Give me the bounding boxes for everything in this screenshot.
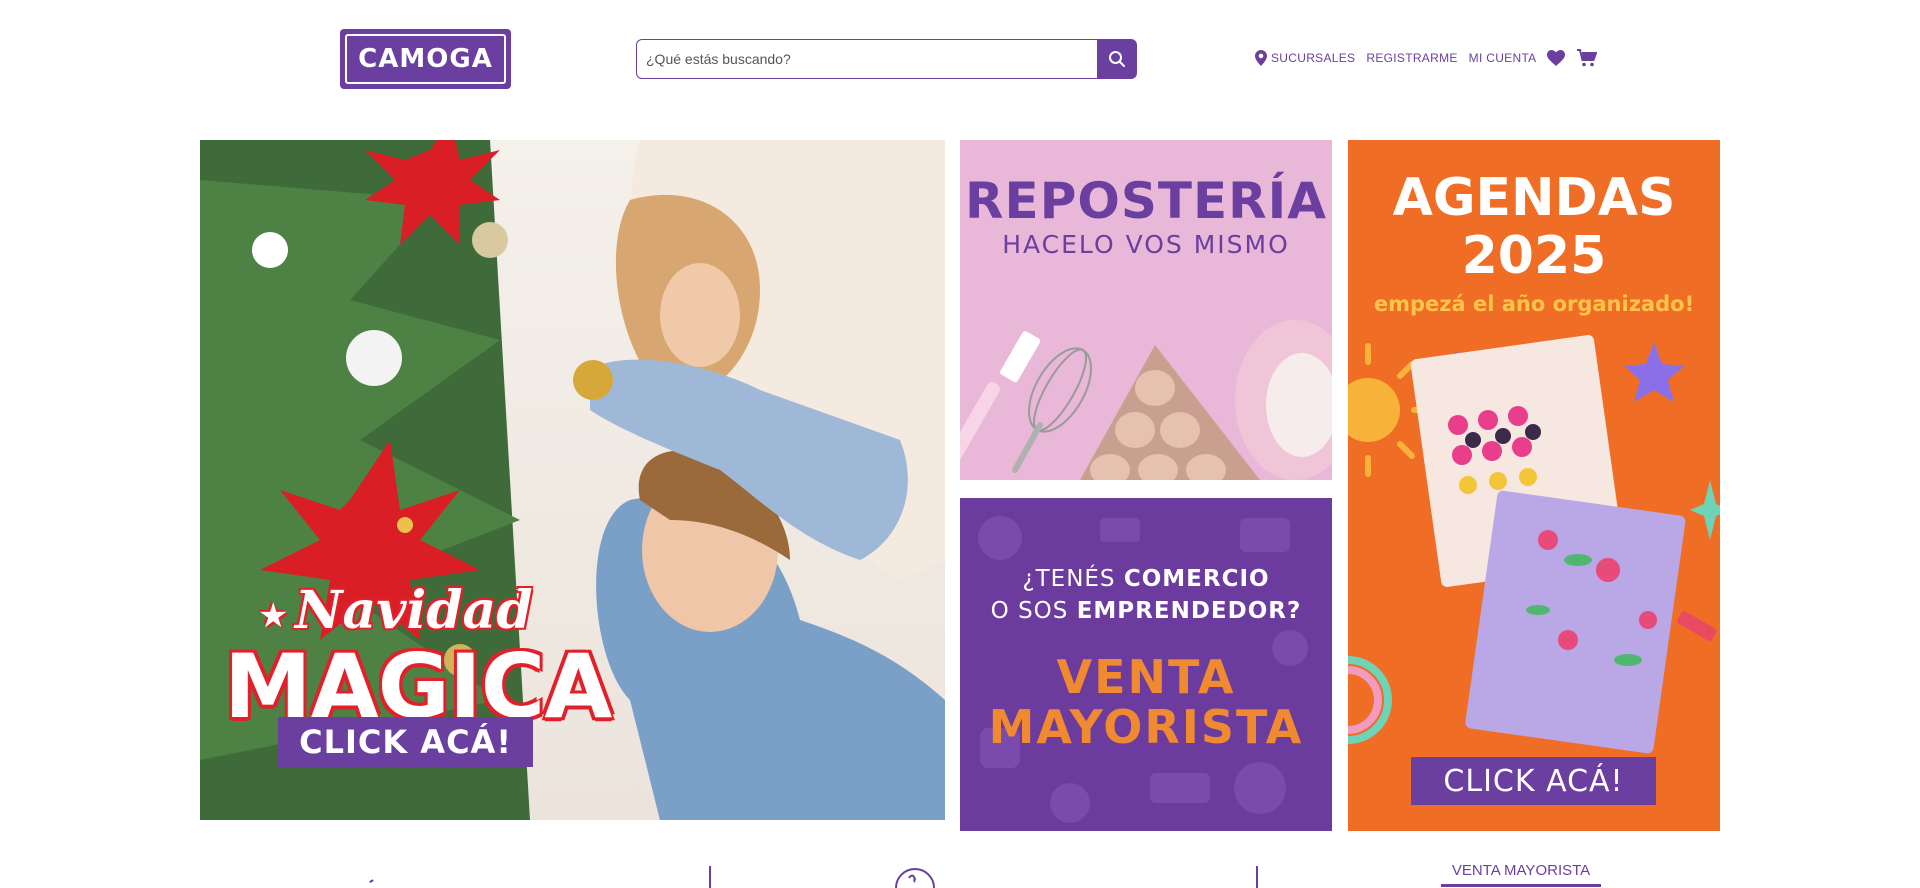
sucursales-label: SUCURSALES <box>1271 51 1356 65</box>
decorative-mark <box>369 879 375 885</box>
tab-underline <box>1441 884 1601 887</box>
venta-title-line-1: VENTA <box>1056 650 1236 704</box>
heart-icon <box>1547 50 1566 66</box>
agendas-cta-button[interactable]: CLICK ACÁ! <box>1411 757 1656 805</box>
favorites-button[interactable] <box>1547 50 1566 66</box>
navidad-cta-button[interactable]: CLICK ACÁ! <box>278 717 533 767</box>
agendas-title-line-1: AGENDAS <box>1392 168 1676 228</box>
star-icon: ★ <box>258 597 289 635</box>
navidad-script-title: Navidad <box>295 580 533 641</box>
venta-mayorista-tab[interactable]: VENTA MAYORISTA <box>1441 862 1601 879</box>
search-input[interactable] <box>636 39 1097 79</box>
venta-question-line-2: O SOS EMPRENDEDOR? <box>990 598 1302 624</box>
logo-text: CAMOGA <box>358 44 493 74</box>
agendas-title-line-2: 2025 <box>1461 226 1607 286</box>
navidad-banner[interactable]: ★ Navidad MAGICA CLICK ACÁ! <box>200 140 945 820</box>
page: CAMOGA SUCURSALES REGISTRARME MI CUENTA <box>0 0 1920 888</box>
sucursales-link[interactable]: SUCURSALES <box>1255 50 1355 66</box>
phone-icon <box>895 868 935 888</box>
location-pin-icon <box>1255 50 1267 66</box>
top-nav: SUCURSALES REGISTRARME MI CUENTA <box>1255 48 1609 68</box>
cart-icon <box>1577 49 1598 67</box>
agendas-subtitle: empezá el año organizado! <box>1373 292 1695 316</box>
mi-cuenta-link[interactable]: MI CUENTA <box>1469 51 1537 65</box>
search-bar <box>636 39 1137 79</box>
camoga-logo[interactable]: CAMOGA <box>340 29 511 89</box>
venta-question-line-1: ¿TENÉS COMERCIO <box>1022 566 1270 592</box>
venta-title-line-2: MAYORISTA <box>988 700 1304 754</box>
agendas-banner[interactable]: AGENDAS 2025 empezá el año organizado! C… <box>1348 140 1720 831</box>
reposteria-banner[interactable]: REPOSTERÍA HACELO VOS MISMO <box>960 140 1332 480</box>
divider <box>709 866 711 888</box>
reposteria-subtitle: HACELO VOS MISMO <box>1002 230 1290 259</box>
divider <box>1256 866 1258 888</box>
search-button[interactable] <box>1097 39 1137 79</box>
cart-button[interactable] <box>1577 49 1598 67</box>
registrarme-link[interactable]: REGISTRARME <box>1366 51 1457 65</box>
reposteria-title: REPOSTERÍA <box>965 172 1327 230</box>
search-icon <box>1109 51 1125 67</box>
venta-mayorista-banner[interactable]: ¿TENÉS COMERCIO O SOS EMPRENDEDOR? VENTA… <box>960 498 1332 831</box>
